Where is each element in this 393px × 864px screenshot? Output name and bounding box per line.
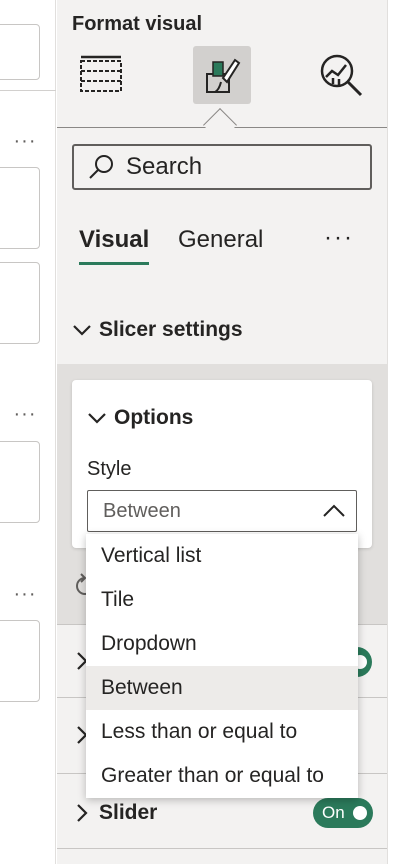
- field-well[interactable]: [0, 167, 40, 249]
- slider-label: Slider: [99, 801, 158, 824]
- chevron-up-icon: [323, 504, 345, 517]
- table-grid-icon: [80, 55, 122, 92]
- options-label: Options: [114, 406, 194, 429]
- chevron-down-icon: [73, 325, 91, 336]
- analytics-button[interactable]: [312, 46, 370, 104]
- active-pointer: [203, 108, 237, 142]
- dropdown-option[interactable]: Dropdown: [86, 622, 358, 666]
- tab-general[interactable]: General: [178, 226, 263, 254]
- chevron-right-icon: [77, 804, 88, 822]
- build-visual-button[interactable]: [72, 46, 130, 104]
- toggle-label: On: [322, 803, 345, 822]
- style-label: Style: [87, 458, 132, 480]
- more-options-icon[interactable]: ···: [324, 224, 354, 252]
- toggle-knob: [353, 806, 367, 820]
- format-visual-button[interactable]: [193, 46, 251, 104]
- divider: [0, 90, 56, 91]
- more-options-icon[interactable]: ···: [12, 404, 38, 424]
- more-options-icon[interactable]: ···: [12, 131, 38, 151]
- dropdown-option[interactable]: Tile: [86, 578, 358, 622]
- tab-visual-indicator: [79, 262, 149, 265]
- more-options-icon[interactable]: ···: [12, 584, 38, 604]
- chevron-down-icon: [88, 413, 106, 424]
- dropdown-option[interactable]: Vertical list: [86, 534, 358, 578]
- slider-header[interactable]: Slider: [71, 801, 157, 825]
- dropdown-option[interactable]: Less than or equal to: [86, 710, 358, 754]
- left-panel: ··· ··· ···: [0, 0, 56, 864]
- pane-title: Format visual: [72, 13, 203, 35]
- style-dropdown-list: Vertical list Tile Dropdown Between Less…: [86, 534, 358, 798]
- search-input[interactable]: Search: [72, 144, 372, 190]
- options-card: Options Style Between: [72, 380, 372, 548]
- slider-toggle[interactable]: On: [313, 798, 373, 828]
- field-well[interactable]: [0, 262, 40, 344]
- dropdown-option[interactable]: Greater than or equal to: [86, 754, 358, 798]
- style-select[interactable]: Between: [87, 490, 357, 532]
- tab-visual[interactable]: Visual: [79, 226, 149, 254]
- field-well[interactable]: [0, 24, 40, 80]
- options-header[interactable]: Options: [86, 406, 193, 430]
- search-placeholder: Search: [126, 153, 203, 180]
- magnifier-chart-icon: [320, 54, 363, 97]
- paintbrush-icon: [206, 58, 241, 93]
- divider: [57, 848, 387, 849]
- dropdown-option-selected[interactable]: Between: [86, 666, 358, 710]
- style-select-value: Between: [103, 499, 181, 522]
- search-icon: [89, 155, 113, 179]
- slicer-settings-header[interactable]: Slicer settings: [71, 318, 243, 342]
- pane-edge: [387, 0, 393, 864]
- field-well[interactable]: [0, 441, 40, 523]
- section-label: Slicer settings: [99, 318, 243, 341]
- field-well[interactable]: [0, 620, 40, 702]
